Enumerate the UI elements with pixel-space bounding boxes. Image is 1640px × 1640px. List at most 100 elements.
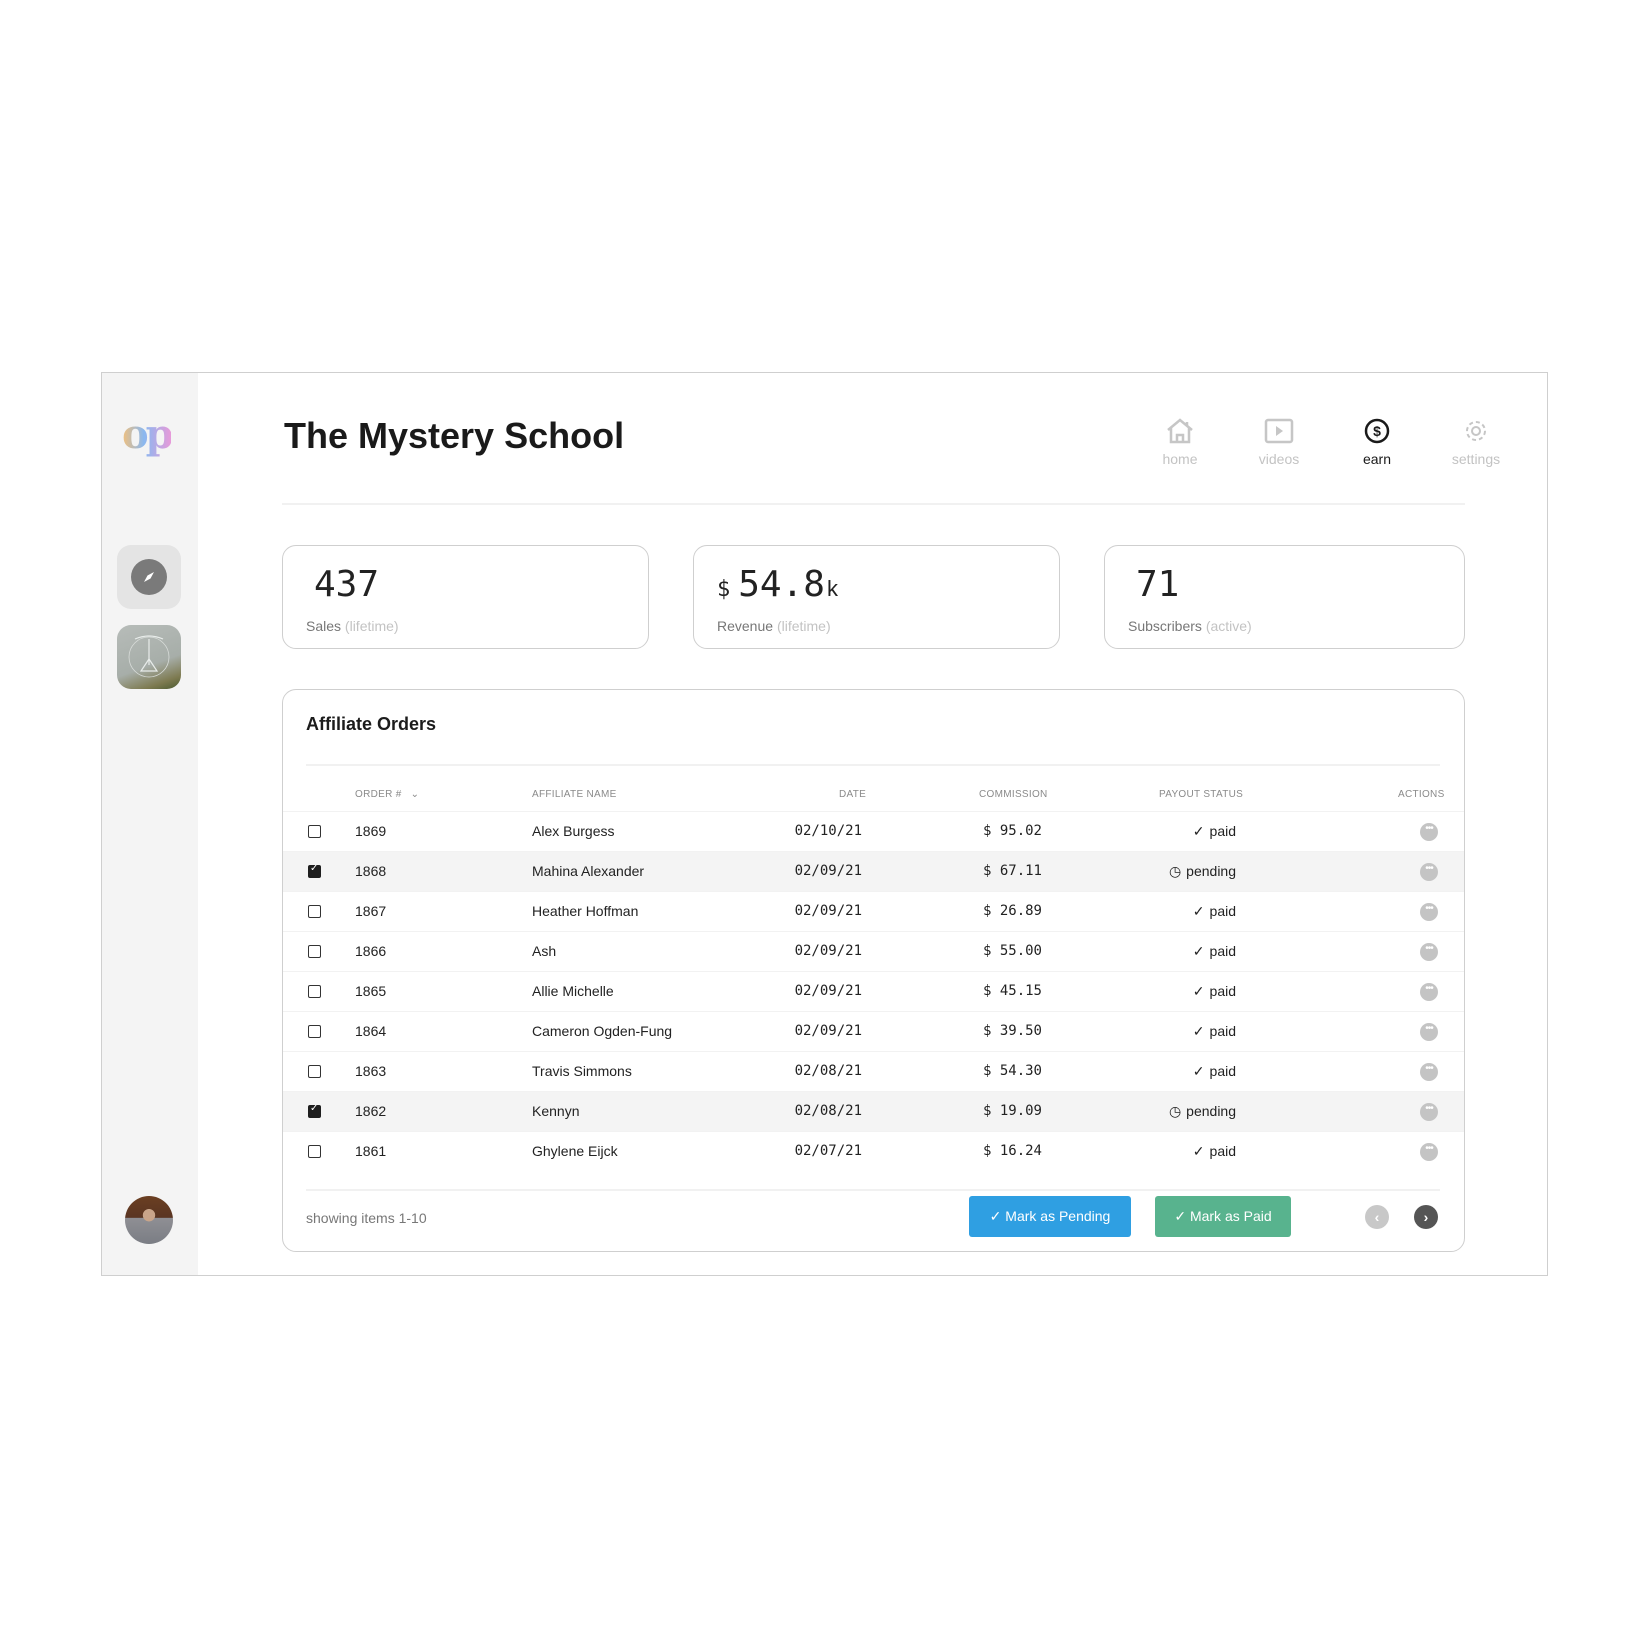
order-number: 1864: [355, 1023, 387, 1039]
order-number: 1869: [355, 823, 387, 839]
affiliate-orders-panel: Affiliate Orders ORDER # ⌄ AFFILIATE NAM…: [282, 689, 1465, 1252]
table-row[interactable]: 1861 Ghylene Eijck 02/07/21 $ 16.24 ✓ paid •••: [283, 1131, 1464, 1171]
commission: $ 26.89: [982, 903, 1042, 919]
row-checkbox[interactable]: [308, 905, 321, 918]
order-date: 02/08/21: [794, 1063, 862, 1079]
next-page-button[interactable]: ›: [1414, 1205, 1438, 1229]
payout-status: ◷ pending: [1168, 863, 1236, 879]
payout-status: ✓ paid: [1192, 1023, 1236, 1039]
footer-divider: [306, 1189, 1440, 1191]
gear-icon: [1466, 421, 1486, 441]
commission: $ 55.00: [982, 943, 1042, 959]
row-checkbox[interactable]: [308, 825, 321, 838]
payout-status: ✓ paid: [1192, 1063, 1236, 1079]
commission: $ 39.50: [982, 1023, 1042, 1039]
checkmark-icon: ✓: [1192, 903, 1205, 919]
header-divider: [282, 503, 1465, 505]
row-checkbox[interactable]: [308, 985, 321, 998]
table-row[interactable]: 1862 Kennyn 02/08/21 $ 19.09 ◷pending •••: [283, 1091, 1464, 1131]
sidebar-explore-button[interactable]: [117, 545, 181, 609]
order-date: 02/09/21: [794, 863, 862, 879]
table-row[interactable]: 1869 Alex Burgess 02/10/21 $ 95.02 ✓ paid •••: [283, 811, 1464, 851]
stat-caption: Revenue (lifetime): [717, 618, 831, 634]
order-date: 02/07/21: [794, 1143, 862, 1159]
checkmark-icon: ✓: [1192, 943, 1205, 959]
checkmark-icon: ✓: [1192, 1143, 1205, 1159]
table-row[interactable]: 1866 Ash 02/09/21 $ 55.00 ✓ paid •••: [283, 931, 1464, 971]
order-date: 02/09/21: [794, 903, 862, 919]
payout-status: ✓ paid: [1192, 983, 1236, 999]
more-actions-icon[interactable]: •••: [1420, 1143, 1438, 1161]
page-title: The Mystery School: [284, 415, 625, 456]
col-header-order[interactable]: ORDER # ⌄: [355, 789, 419, 800]
nav-earn[interactable]: $ earn: [1337, 417, 1417, 467]
affiliate-name: Ash: [532, 943, 557, 959]
table-row[interactable]: 1867 Heather Hoffman 02/09/21 $ 26.89 ✓ paid •…: [283, 891, 1464, 931]
checkmark-icon: ✓: [1192, 1023, 1205, 1039]
svg-text:$: $: [1373, 423, 1381, 439]
stat-value: 437: [314, 564, 380, 605]
commission: $ 54.30: [982, 1063, 1042, 1079]
dollar-circle-icon: $: [1364, 418, 1390, 444]
row-checkbox[interactable]: [308, 1065, 321, 1078]
table-row[interactable]: 1868 Mahina Alexander 02/09/21 $ 67.11 ◷pend…: [283, 851, 1464, 891]
order-date: 02/10/21: [794, 823, 862, 839]
row-checkbox[interactable]: [308, 1025, 321, 1038]
more-actions-icon[interactable]: •••: [1420, 823, 1438, 841]
col-header-affiliate[interactable]: AFFILIATE NAME: [532, 789, 617, 800]
mark-as-pending-button[interactable]: ✓ Mark as Pending: [969, 1196, 1131, 1237]
checkmark-icon: ✓: [1192, 1063, 1205, 1079]
payout-status: ✓ paid: [1192, 943, 1236, 959]
nav-videos[interactable]: videos: [1239, 417, 1319, 467]
logo[interactable]: op: [122, 411, 174, 458]
affiliate-name: Allie Michelle: [532, 983, 614, 999]
table-row[interactable]: 1865 Allie Michelle 02/09/21 $ 45.15 ✓ paid ••…: [283, 971, 1464, 1011]
more-actions-icon[interactable]: •••: [1420, 1063, 1438, 1081]
user-avatar[interactable]: [125, 1196, 173, 1244]
order-date: 02/09/21: [794, 1023, 862, 1039]
commission: $ 19.09: [982, 1103, 1042, 1119]
mark-as-paid-button[interactable]: ✓ Mark as Paid: [1155, 1196, 1291, 1237]
row-checkbox[interactable]: [308, 1145, 321, 1158]
row-checkbox[interactable]: [308, 945, 321, 958]
more-actions-icon[interactable]: •••: [1420, 1023, 1438, 1041]
affiliate-name: Heather Hoffman: [532, 903, 639, 919]
col-header-status[interactable]: PAYOUT STATUS: [1159, 789, 1243, 800]
stat-caption: Sales (lifetime): [306, 618, 399, 634]
row-checkbox[interactable]: [308, 863, 321, 878]
affiliate-name: Cameron Ogden-Fung: [532, 1023, 673, 1039]
table-row[interactable]: 1863 Travis Simmons 02/08/21 $ 54.30 ✓ paid ••…: [283, 1051, 1464, 1091]
panel-title: Affiliate Orders: [306, 714, 437, 734]
more-actions-icon[interactable]: •••: [1420, 903, 1438, 921]
clock-icon: ◷: [1168, 1103, 1182, 1119]
commission: $ 67.11: [982, 863, 1042, 879]
order-date: 02/09/21: [794, 983, 862, 999]
commission: $ 95.02: [982, 823, 1042, 839]
order-number: 1863: [355, 1063, 387, 1079]
col-header-date[interactable]: DATE: [839, 789, 866, 800]
nav-earn-label: earn: [1362, 451, 1392, 467]
commission: $ 45.15: [982, 983, 1042, 999]
nav-home[interactable]: home: [1140, 417, 1220, 467]
row-checkbox[interactable]: [308, 1103, 321, 1118]
col-header-commission[interactable]: COMMISSION: [979, 789, 1048, 800]
channel-emblem-icon: [128, 635, 170, 678]
table-row[interactable]: 1864 Cameron Ogden-Fung 02/09/21 $ 39.50 ✓ pa…: [283, 1011, 1464, 1051]
sidebar-channel-thumbnail[interactable]: [117, 625, 181, 689]
chevron-right-icon: ›: [1423, 1209, 1429, 1225]
compass-icon: [131, 559, 167, 595]
more-actions-icon[interactable]: •••: [1420, 1103, 1438, 1121]
affiliate-name: Kennyn: [532, 1103, 580, 1119]
order-date: 02/09/21: [794, 943, 862, 959]
pagination-summary: showing items 1-10: [306, 1210, 427, 1226]
order-number: 1865: [355, 983, 387, 999]
more-actions-icon[interactable]: •••: [1420, 943, 1438, 961]
more-actions-icon[interactable]: •••: [1420, 863, 1438, 881]
nav-settings[interactable]: settings: [1436, 417, 1516, 467]
affiliate-name: Mahina Alexander: [532, 863, 645, 879]
prev-page-button[interactable]: ‹: [1365, 1205, 1389, 1229]
app-window: op The Mystery School home videos $ earn: [101, 372, 1548, 1276]
more-actions-icon[interactable]: •••: [1420, 983, 1438, 1001]
affiliate-name: Ghylene Eijck: [532, 1143, 618, 1159]
order-number: 1867: [355, 903, 387, 919]
